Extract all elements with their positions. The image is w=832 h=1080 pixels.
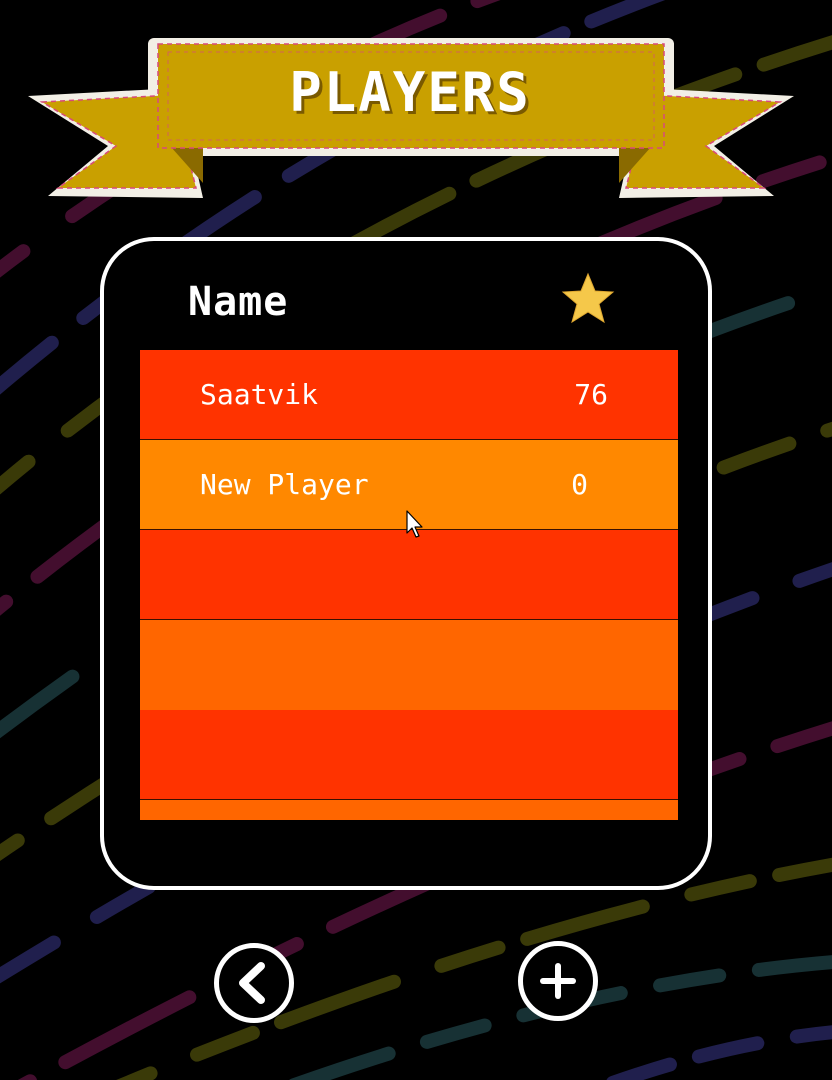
chevron-left-icon: [239, 962, 265, 1004]
players-list: Saatvik 76 New Player 0: [140, 350, 678, 822]
back-button[interactable]: [214, 943, 294, 1023]
player-score: 76: [574, 378, 608, 411]
empty-player-row[interactable]: [140, 710, 678, 800]
add-player-button[interactable]: [518, 941, 598, 1021]
star-icon: [561, 272, 615, 324]
banner-title: PLAYERS: [289, 61, 531, 124]
name-column-header: Name: [188, 279, 289, 325]
mouse-cursor-icon: [406, 510, 423, 538]
player-name: Saatvik: [200, 378, 319, 411]
player-name: New Player: [200, 468, 369, 501]
empty-player-row[interactable]: [140, 530, 678, 620]
plus-icon: [540, 963, 576, 999]
empty-player-row[interactable]: [140, 800, 678, 820]
player-row[interactable]: Saatvik 76: [140, 350, 678, 440]
empty-player-row[interactable]: [140, 620, 678, 710]
players-panel: Name Saatvik 76 New Player 0: [100, 237, 712, 890]
player-score: 0: [571, 468, 588, 501]
